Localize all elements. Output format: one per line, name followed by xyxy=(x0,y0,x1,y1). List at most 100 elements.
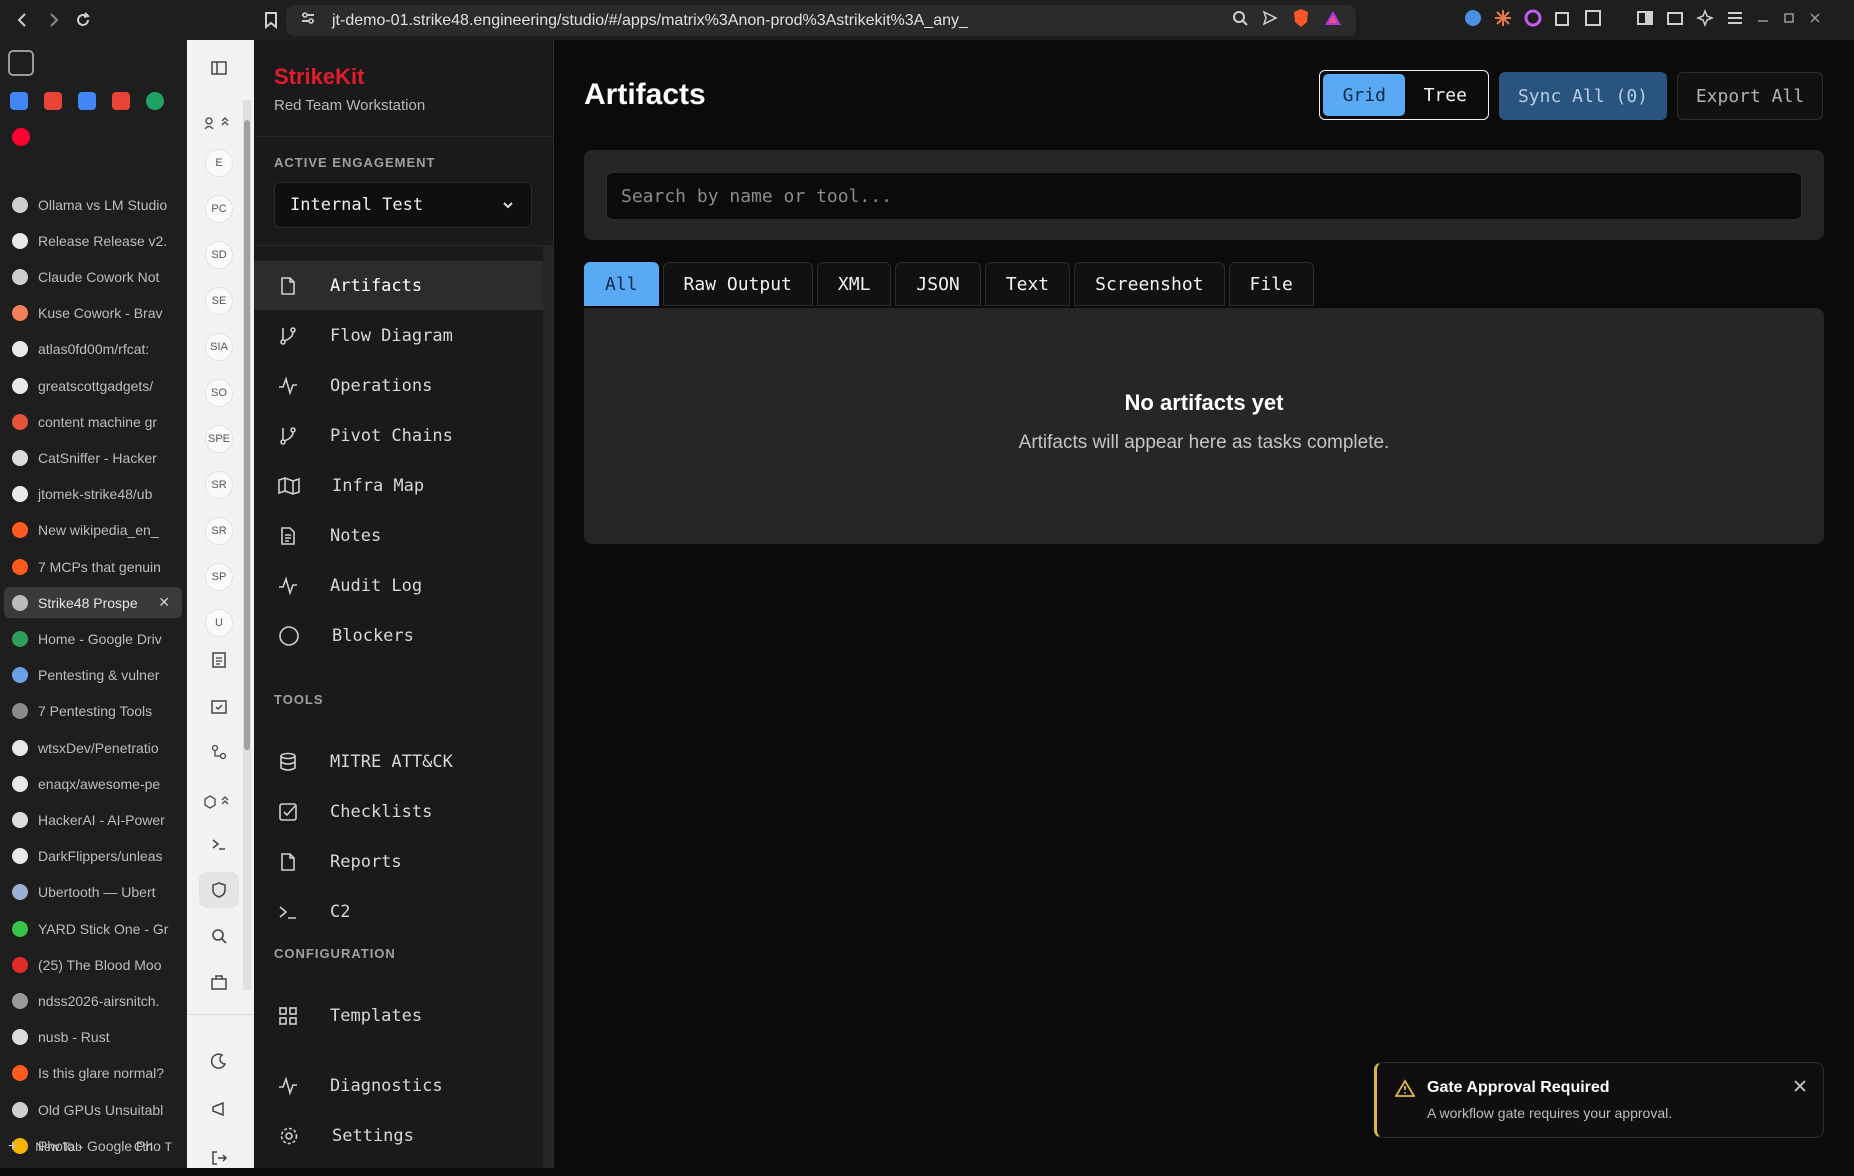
rail-scrollbar[interactable] xyxy=(243,100,251,990)
browser-tab[interactable]: wtsxDev/Penetratio xyxy=(4,732,182,763)
browser-tab[interactable]: greatscottgadgets/ xyxy=(4,370,182,401)
nav-item-audit-log[interactable]: Audit Log xyxy=(254,561,544,610)
rail-item[interactable]: E xyxy=(197,145,241,181)
extension-icon-4[interactable] xyxy=(1584,9,1602,32)
browser-tab[interactable]: Home - Google Driv xyxy=(4,623,182,654)
filter-tab-raw-output[interactable]: Raw Output xyxy=(662,262,813,306)
terminal-icon[interactable] xyxy=(197,826,241,862)
browser-tab[interactable]: Old GPUs Unsuitabl xyxy=(4,1094,182,1125)
browser-tab[interactable]: New wikipedia_en_ xyxy=(4,515,182,546)
restore-icon[interactable] xyxy=(1782,11,1796,30)
rail-item[interactable]: U xyxy=(197,605,241,641)
leo-icon[interactable] xyxy=(1695,8,1715,32)
sidebar-scrollbar[interactable] xyxy=(543,245,553,1168)
filter-tab-xml[interactable]: XML xyxy=(816,262,892,306)
youtube-music-icon[interactable] xyxy=(12,128,30,146)
send-icon[interactable] xyxy=(1262,10,1278,31)
export-all-button[interactable]: Export All xyxy=(1677,72,1823,120)
reload-icon[interactable] xyxy=(66,3,100,37)
search-input[interactable] xyxy=(606,172,1802,220)
toggle-sidebar-icon[interactable] xyxy=(197,50,241,86)
rail-item[interactable]: SIA xyxy=(197,329,241,365)
briefcase-icon[interactable] xyxy=(197,964,241,1000)
workflow-icon[interactable] xyxy=(197,734,241,770)
forward-icon[interactable] xyxy=(36,3,70,37)
rail-item[interactable]: SE xyxy=(197,283,241,319)
document-icon[interactable] xyxy=(197,642,241,678)
nav-item-operations[interactable]: Operations xyxy=(254,361,544,410)
rail-item[interactable]: SD xyxy=(197,237,241,273)
browser-tab[interactable]: Pentesting & vulner xyxy=(4,660,182,691)
megaphone-icon[interactable] xyxy=(197,1091,241,1127)
browser-tab[interactable]: 7 MCPs that genuin xyxy=(4,551,182,582)
view-grid-button[interactable]: Grid xyxy=(1323,74,1406,116)
calendar-icon[interactable] xyxy=(10,92,28,110)
users-icon[interactable] xyxy=(197,105,237,141)
site-info-icon[interactable] xyxy=(300,11,316,30)
gmail-icon[interactable] xyxy=(112,92,130,110)
browser-tab[interactable]: Is this glare normal? xyxy=(4,1058,182,1089)
calendar-icon[interactable] xyxy=(78,92,96,110)
nav-item-infra-map[interactable]: Infra Map xyxy=(254,461,544,510)
filter-tab-json[interactable]: JSON xyxy=(895,262,981,306)
extension-icon-3[interactable] xyxy=(1524,9,1542,32)
nav-item-pivot-chains[interactable]: Pivot Chains xyxy=(254,411,544,460)
browser-tab[interactable]: Ollama vs LM Studio xyxy=(4,189,182,220)
puzzle-icon[interactable] xyxy=(1554,9,1572,32)
browser-tab[interactable]: DarkFlippers/unleas xyxy=(4,841,182,872)
browser-tab[interactable]: HackerAI - AI-Power xyxy=(4,804,182,835)
rail-item[interactable]: SO xyxy=(197,375,241,411)
url-text[interactable]: jt-demo-01.strike48.engineering/studio/#… xyxy=(332,12,968,30)
nav-item-reports[interactable]: Reports xyxy=(254,837,544,886)
zoom-icon[interactable] xyxy=(1232,10,1248,31)
close-window-icon[interactable] xyxy=(1808,11,1822,30)
view-tree-button[interactable]: Tree xyxy=(1405,74,1485,116)
browser-tab[interactable]: Claude Cowork Not xyxy=(4,261,182,292)
back-icon[interactable] xyxy=(6,3,40,37)
sync-all-button[interactable]: Sync All (0) xyxy=(1499,72,1667,120)
nav-item-flow-diagram[interactable]: Flow Diagram xyxy=(254,311,544,360)
nav-item-templates[interactable]: Templates xyxy=(254,991,544,1040)
filter-tab-screenshot[interactable]: Screenshot xyxy=(1074,262,1225,306)
menu-icon[interactable] xyxy=(1726,9,1744,32)
nav-item-mitre-att-ck[interactable]: MITRE ATT&CK xyxy=(254,737,544,786)
filter-tab-all[interactable]: All xyxy=(584,262,659,306)
calendar-check-icon[interactable] xyxy=(197,688,241,724)
browser-tab[interactable]: Kuse Cowork - Brav xyxy=(4,298,182,329)
new-tab-button[interactable]: + New Tab Ctrl T xyxy=(8,1134,178,1160)
rail-item[interactable]: PC xyxy=(197,191,241,227)
browser-tab[interactable]: YARD Stick One - Gr xyxy=(4,913,182,944)
browser-tab[interactable]: atlas0fd00m/rfcat: xyxy=(4,334,182,365)
phone-icon[interactable] xyxy=(146,92,164,110)
browser-tab[interactable]: Ubertooth — Ubert xyxy=(4,877,182,908)
rail-item[interactable]: SP xyxy=(197,559,241,595)
shield-icon[interactable] xyxy=(197,872,241,908)
sidebar-toggle-icon[interactable] xyxy=(1636,9,1654,32)
browser-tab[interactable]: ndss2026-airsnitch. xyxy=(4,985,182,1016)
search-icon[interactable] xyxy=(197,918,241,954)
wallet-icon[interactable] xyxy=(1666,9,1684,32)
minimize-icon[interactable] xyxy=(1756,11,1770,30)
brave-shield-icon[interactable] xyxy=(1292,8,1310,33)
brave-rewards-icon[interactable] xyxy=(1324,10,1342,31)
filter-tab-text[interactable]: Text xyxy=(984,262,1071,306)
rail-item[interactable]: SR xyxy=(197,467,241,503)
bookmark-icon[interactable] xyxy=(264,11,278,34)
browser-tab[interactable]: CatSniffer - Hacker xyxy=(4,442,182,473)
engagement-select[interactable]: Internal Test xyxy=(274,182,532,228)
nav-item-checklists[interactable]: Checklists xyxy=(254,787,544,836)
gmail-icon[interactable] xyxy=(44,92,62,110)
browser-tab[interactable]: 7 Pentesting Tools xyxy=(4,696,182,727)
filter-tab-file[interactable]: File xyxy=(1228,262,1314,306)
extension-icon-1[interactable] xyxy=(1464,9,1482,32)
browser-tab[interactable]: nusb - Rust xyxy=(4,1022,182,1053)
tab-sidebar-icon[interactable] xyxy=(8,50,34,76)
nav-item-notes[interactable]: Notes xyxy=(254,511,544,560)
browser-tab[interactable]: jtomek-strike48/ub xyxy=(4,479,182,510)
browser-tab[interactable]: Release Release v2. xyxy=(4,225,182,256)
browser-tab[interactable]: content machine gr xyxy=(4,406,182,437)
browser-tab[interactable]: (25) The Blood Moo xyxy=(4,949,182,980)
browser-tab[interactable]: Strike48 Prospe ✕ xyxy=(4,587,182,619)
logout-icon[interactable] xyxy=(197,1140,241,1176)
nav-item-blockers[interactable]: Blockers xyxy=(254,611,544,660)
